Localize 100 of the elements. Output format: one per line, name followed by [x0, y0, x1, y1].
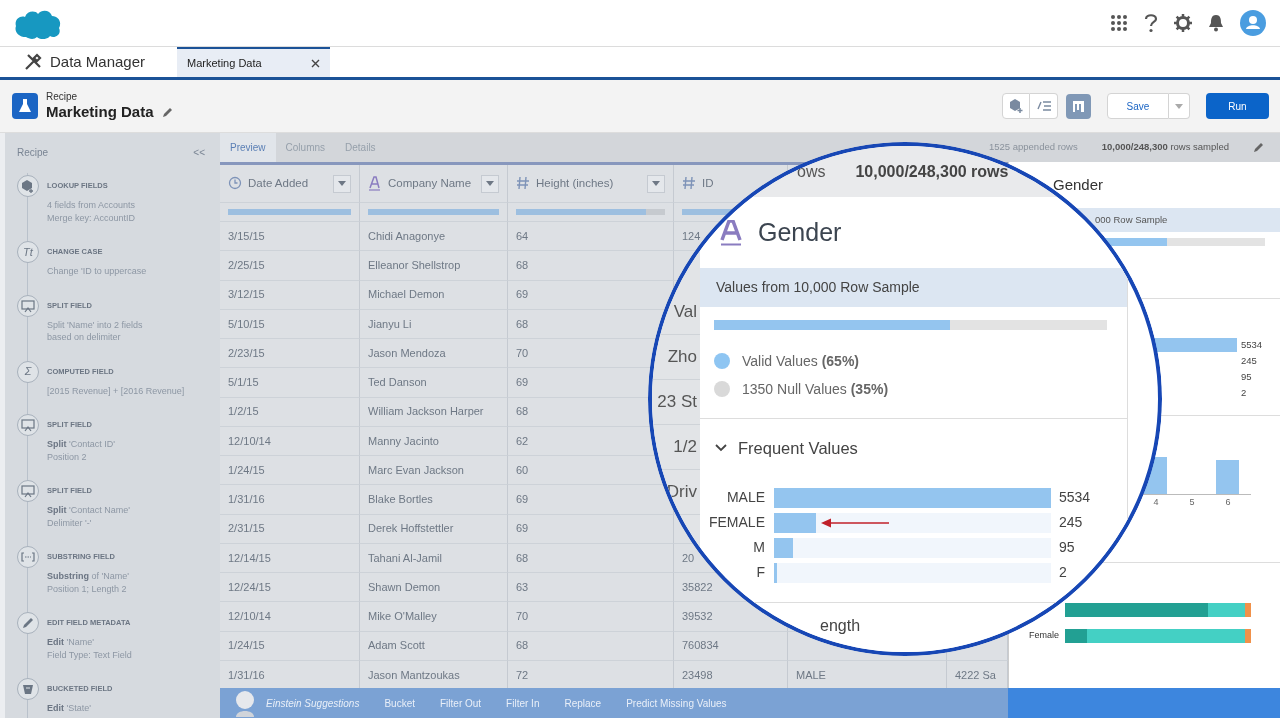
- case-icon: Tt: [17, 241, 39, 263]
- bar-label: Female: [1029, 630, 1059, 641]
- list-button[interactable]: [1030, 93, 1058, 119]
- table-cell: 2/25/15: [220, 251, 360, 281]
- table-cell: Elleanor Shellstrop: [360, 251, 508, 281]
- bell-icon[interactable]: [1208, 14, 1224, 32]
- tab[interactable]: Marketing Data: [177, 47, 331, 77]
- bucket-icon: [17, 678, 39, 700]
- panel-title: Recipe: [17, 146, 49, 160]
- step-description: Position 2: [47, 450, 88, 463]
- close-icon[interactable]: [311, 58, 321, 68]
- appended-rows-text: 1525 appended rows: [988, 140, 1078, 155]
- step-description: Change 'ID to uppercase: [47, 265, 147, 278]
- table-cell: Marc Evan Jackson: [360, 456, 508, 486]
- column-menu-button[interactable]: [333, 174, 351, 193]
- column-header: Date Added: [248, 175, 309, 191]
- collapse-button[interactable]: <<: [193, 145, 205, 160]
- value-count: 95: [1058, 538, 1075, 557]
- field-title: Gender: [1053, 174, 1104, 195]
- table-cell: Tahani Al-Jamil: [360, 543, 508, 573]
- view-tab[interactable]: Columns: [275, 133, 336, 162]
- edit-icon[interactable]: [161, 106, 173, 118]
- suggestion-link[interactable]: Filter In: [506, 695, 540, 711]
- column-header: Company Name: [388, 175, 472, 191]
- number-type-icon: [682, 176, 696, 191]
- sampled-rows-text: 10,000/248,300 rows sampled: [1101, 140, 1229, 155]
- settings-icon[interactable]: [1174, 14, 1192, 32]
- step-description: Field Type: Text Field: [47, 648, 132, 661]
- legend-text: 1350 Null Values (35%): [742, 379, 889, 399]
- table-cell: 2/31/15: [220, 514, 360, 544]
- suggestion-link[interactable]: Replace: [564, 695, 602, 711]
- column-menu-button[interactable]: [647, 174, 665, 193]
- avatar-icon[interactable]: [1240, 10, 1266, 36]
- computed-icon: Σ: [17, 360, 39, 383]
- caret-icon: [1175, 103, 1183, 109]
- step-description: Split 'Name' into 2 fields: [47, 318, 143, 331]
- step-description: Edit 'Name': [47, 636, 95, 649]
- table-cell: 12/10/14: [220, 602, 360, 632]
- caret-icon: [338, 181, 346, 186]
- view-tab[interactable]: Details: [335, 133, 386, 162]
- cell-fragment: 1/2: [673, 436, 697, 459]
- view-tab[interactable]: Preview: [220, 133, 276, 162]
- run-button[interactable]: Run: [1206, 93, 1269, 119]
- table-cell: 1/24/15: [220, 631, 360, 661]
- column-header: Height (inches): [536, 175, 614, 191]
- table-cell: Shawn Demon: [360, 573, 508, 603]
- table-cell: 12/24/15: [220, 573, 360, 603]
- clock-icon: [228, 176, 242, 191]
- step-description: Position 1; Length 2: [47, 582, 128, 595]
- step-description: Merge key: AccountID: [47, 211, 136, 224]
- table-cell: 3/12/15: [220, 280, 360, 310]
- flow-button[interactable]: [1066, 93, 1091, 119]
- suggestion-link[interactable]: Predict Missing Values: [626, 695, 727, 711]
- columns-icon: [1072, 99, 1085, 113]
- arrow: [821, 516, 891, 529]
- suggestion-link[interactable]: Bucket: [384, 695, 415, 711]
- text-type-icon: [720, 219, 742, 246]
- table-cell: 12/10/14: [220, 426, 360, 456]
- step-description: Split 'Contact ID': [47, 438, 115, 451]
- recipe-label: Recipe: [46, 91, 79, 103]
- section-title[interactable]: Frequent Values: [738, 435, 858, 461]
- apps-icon[interactable]: [1110, 14, 1128, 32]
- hexagon-plus-icon: [1009, 99, 1023, 113]
- value-count: 2: [1058, 563, 1067, 582]
- caret-icon: [652, 181, 660, 186]
- step-description: [2015 Revenue] + [2016 Revenue]: [47, 384, 185, 397]
- caret-icon: [486, 181, 494, 186]
- value-count: 2: [1240, 385, 1247, 400]
- legend-text: Valid Values (65%): [742, 351, 859, 371]
- flask-icon: [12, 93, 38, 119]
- suggestion-link[interactable]: Filter Out: [440, 695, 482, 711]
- table-cell: 1/2/15: [220, 397, 360, 427]
- table-cell: Blake Bortles: [360, 485, 508, 515]
- value-label: FEMALE: [709, 514, 765, 530]
- rows-count: 10,000/248,300 rows: [855, 161, 1009, 182]
- sample-label: Values from 10,000 Row Sample: [716, 278, 920, 297]
- text-type-icon: [368, 176, 382, 191]
- step-description: 4 fields from Accounts: [47, 199, 136, 212]
- table-cell: Manny Jacinto: [360, 426, 508, 456]
- table-cell: 3/15/15: [220, 222, 360, 252]
- help-icon[interactable]: [1144, 13, 1158, 33]
- split-icon: [17, 294, 39, 317]
- edit-icon[interactable]: [1253, 142, 1264, 153]
- table-cell: 2/23/15: [220, 339, 360, 369]
- edit-icon: [17, 612, 39, 634]
- save-menu-button[interactable]: [1169, 93, 1190, 119]
- value-count: 5534: [1058, 488, 1091, 507]
- add-node-button[interactable]: [1002, 93, 1030, 119]
- table-cell: 12/14/15: [220, 543, 360, 573]
- value-count: 245: [1058, 513, 1083, 532]
- column-menu-button[interactable]: [481, 174, 499, 193]
- step-description: Substring of 'Name': [47, 570, 129, 583]
- lookup-icon: [17, 175, 39, 197]
- number-type-icon: [516, 176, 530, 191]
- value-count: 5534: [1240, 337, 1263, 352]
- value-count: 95: [1240, 369, 1252, 384]
- suggestions-title: Einstein Suggestions: [266, 696, 360, 711]
- save-button[interactable]: Save: [1107, 93, 1169, 119]
- tools-icon: [24, 53, 42, 71]
- axis-tick: 5: [1188, 496, 1196, 509]
